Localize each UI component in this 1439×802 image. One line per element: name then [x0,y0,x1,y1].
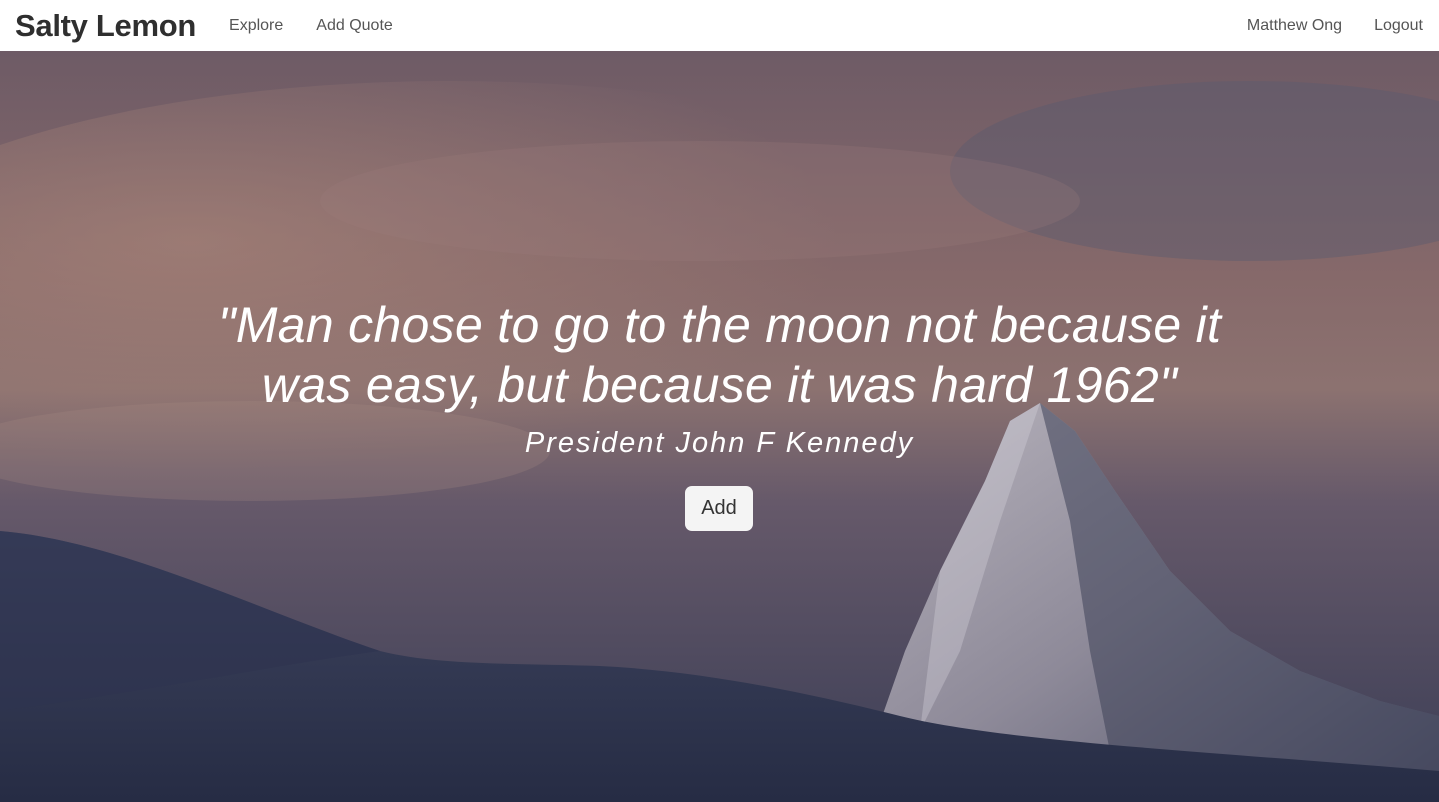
nav-explore-link[interactable]: Explore [229,17,283,35]
add-button[interactable]: Add [685,486,753,531]
top-navbar: Salty Lemon Explore Add Quote Matthew On… [0,0,1439,51]
brand-logo[interactable]: Salty Lemon [15,8,196,44]
quote-close-mark: " [1159,357,1178,413]
nav-add-quote-link[interactable]: Add Quote [316,17,393,35]
quote-body: Man chose to go to the moon not because … [235,297,1222,413]
nav-logout-link[interactable]: Logout [1374,17,1423,35]
quote-open-mark: " [217,297,236,353]
nav-right-links: Matthew Ong Logout [1215,17,1423,35]
quote-container: "Man chose to go to the moon not because… [0,51,1439,802]
nav-user-link[interactable]: Matthew Ong [1247,17,1342,35]
hero-section: "Man chose to go to the moon not because… [0,51,1439,802]
quote-text: "Man chose to go to the moon not because… [200,295,1239,415]
nav-left-links: Explore Add Quote [229,17,426,35]
quote-author: President John F Kennedy [524,427,915,459]
